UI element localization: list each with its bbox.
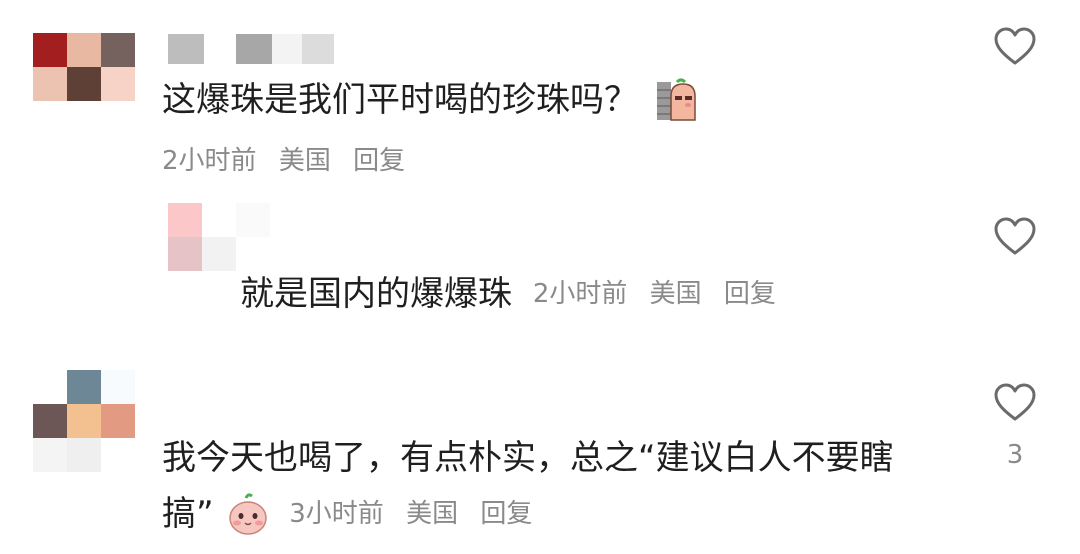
avatar-tile <box>236 237 270 271</box>
comment-meta: 2小时前 美国 回复 <box>533 272 776 316</box>
avatar-tile <box>101 370 135 404</box>
wall-peek-emoji-icon <box>656 78 696 121</box>
like-heart-icon[interactable] <box>993 216 1037 256</box>
comment-text-line1: 我今天也喝了，有点朴实，总之“建议白人不要瞎 <box>162 436 894 480</box>
avatar-tile <box>101 33 135 67</box>
comment-meta: 3小时前 美国 回复 <box>289 492 532 536</box>
comment-time: 2小时前 <box>162 146 257 176</box>
avatar-tile <box>101 67 135 101</box>
username[interactable] <box>168 34 334 64</box>
comment-text-content: 我今天也喝了，有点朴实，总之“建议白人不要瞎 <box>162 438 894 478</box>
avatar[interactable] <box>33 370 135 472</box>
avatar-tile <box>33 370 67 404</box>
comment-text: 就是国内的爆爆珠 2小时前 美国 回复 <box>240 270 776 316</box>
avatar-tile <box>33 404 67 438</box>
avatar-tile <box>202 203 236 237</box>
like-heart-icon[interactable] <box>993 382 1037 422</box>
avatar-tile <box>202 237 236 271</box>
avatar-tile <box>101 101 135 135</box>
avatar-tile <box>67 101 101 135</box>
avatar-tile <box>67 404 101 438</box>
avatar-tile <box>101 438 135 472</box>
blushing-face-emoji-icon <box>229 492 268 535</box>
avatar-tile <box>67 370 101 404</box>
comment-text-content: 这爆珠是我们平时喝的珍珠吗？ <box>162 79 638 120</box>
comment-time: 2小时前 <box>532 278 628 309</box>
comment-text: 这爆珠是我们平时喝的珍珠吗？ <box>162 76 699 122</box>
avatar-tile <box>168 203 202 237</box>
reply-button[interactable]: 回复 <box>480 499 532 529</box>
comment-text-content: 就是国内的爆爆珠 <box>240 273 512 314</box>
avatar-tile <box>33 101 67 135</box>
like-heart-icon[interactable] <box>993 26 1037 66</box>
like-count: 3 <box>1006 440 1024 470</box>
avatar-tile <box>67 33 101 67</box>
comment-location: 美国 <box>649 278 702 309</box>
comment-meta: 2小时前 美国 回复 <box>162 140 405 177</box>
comment-location: 美国 <box>406 498 459 529</box>
comment-text-content: 搞” <box>162 493 214 534</box>
avatar-tile <box>101 404 135 438</box>
avatar-tile <box>33 67 67 101</box>
reply-button[interactable]: 回复 <box>353 146 405 176</box>
avatar-tile <box>67 67 101 101</box>
avatar[interactable] <box>168 203 270 271</box>
avatar-tile <box>33 33 67 67</box>
avatar-tile <box>33 438 67 472</box>
avatar-tile <box>67 438 101 472</box>
comment-location: 美国 <box>278 146 331 176</box>
comment-time: 3小时前 <box>289 498 384 529</box>
avatar-tile <box>236 203 270 237</box>
avatar-tile <box>168 237 202 271</box>
comment-text-line2: 搞” 3小时前 美国 回复 <box>162 490 532 536</box>
avatar[interactable] <box>33 33 135 135</box>
reply-button[interactable]: 回复 <box>724 279 776 309</box>
